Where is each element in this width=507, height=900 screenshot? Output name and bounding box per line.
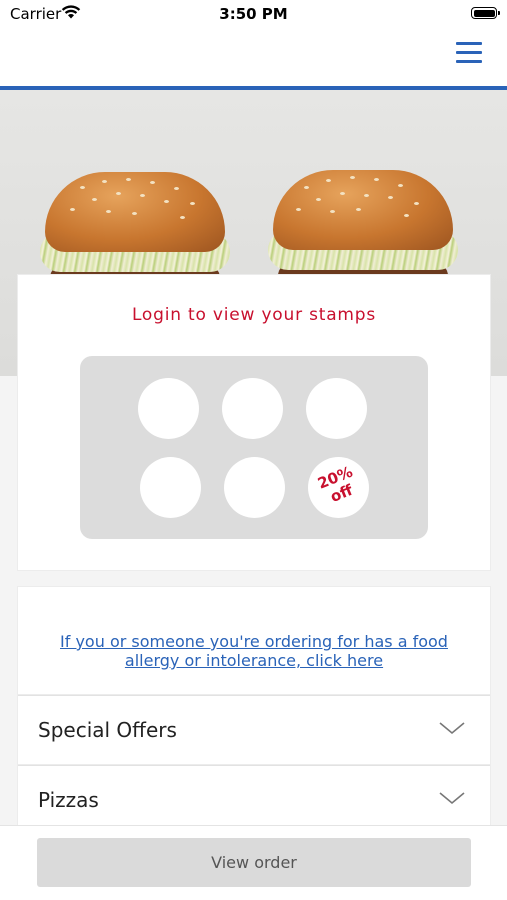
- battery-icon: [471, 7, 500, 19]
- stamp-grid: 20% off: [80, 356, 428, 539]
- menu-section-label: Pizzas: [38, 788, 99, 812]
- app-screen: Carrier 3:50 PM Login to view your stamp…: [0, 0, 507, 900]
- allergy-info-link[interactable]: If you or someone you're ordering for ha…: [38, 632, 470, 670]
- stamps-login-prompt[interactable]: Login to view your stamps: [18, 305, 490, 325]
- nav-bar: [0, 30, 507, 90]
- stamp-reward-label: 20% off: [315, 462, 356, 506]
- stamp-slot: [138, 378, 199, 439]
- chevron-down-icon: [438, 718, 466, 738]
- allergy-info-card: If you or someone you're ordering for ha…: [18, 587, 490, 695]
- clock: 3:50 PM: [219, 5, 288, 23]
- stamp-slot: [224, 457, 285, 518]
- stamp-slot: [140, 457, 201, 518]
- menu-section-special-offers[interactable]: Special Offers: [18, 695, 490, 766]
- bottom-bar: View order: [0, 825, 507, 900]
- stamp-reward-slot: 20% off: [308, 457, 369, 518]
- loyalty-stamps-card[interactable]: Login to view your stamps 20% off: [18, 275, 490, 570]
- menu-section-label: Special Offers: [38, 718, 177, 742]
- status-bar: Carrier 3:50 PM: [0, 0, 507, 30]
- stamp-slot: [306, 378, 367, 439]
- chevron-down-icon: [438, 788, 466, 808]
- stamp-slot: [222, 378, 283, 439]
- hamburger-menu-icon[interactable]: [456, 40, 482, 64]
- view-order-button[interactable]: View order: [37, 838, 471, 887]
